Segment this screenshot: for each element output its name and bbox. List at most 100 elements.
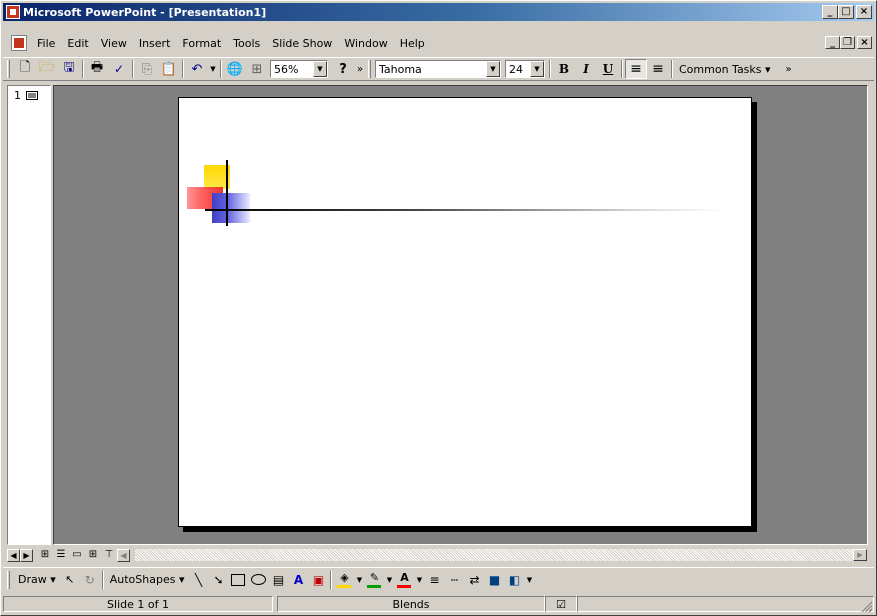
powerpoint-app-icon[interactable]: [6, 5, 20, 19]
underline-button[interactable]: U: [597, 59, 619, 79]
fill-color-swatch: [337, 585, 352, 588]
common-tasks-menu[interactable]: Common Tasks ▾: [679, 63, 771, 76]
spelling-icon[interactable]: ✓: [108, 59, 130, 79]
fill-color-icon[interactable]: ◈: [334, 570, 354, 590]
menu-view[interactable]: View: [95, 37, 133, 50]
font-color-icon[interactable]: A: [394, 570, 414, 590]
scroll-right-end-icon[interactable]: ▶: [853, 549, 867, 561]
slide-thumbnail-icon[interactable]: [26, 91, 38, 100]
toolbar-overflow-icon[interactable]: »: [354, 64, 364, 75]
line-color-dropdown-icon[interactable]: ▼: [384, 570, 394, 590]
separator: [330, 570, 333, 589]
free-rotate-icon[interactable]: ↻: [80, 570, 100, 590]
slide-view-icon[interactable]: ▭: [69, 548, 85, 562]
scroll-left-small-icon[interactable]: ◀: [117, 548, 130, 562]
toolbar-grip-2[interactable]: [368, 60, 371, 78]
toolbar-grip[interactable]: [7, 60, 10, 78]
save-icon[interactable]: 🖫: [58, 59, 80, 79]
doc-close-button[interactable]: ×: [857, 36, 872, 49]
open-icon[interactable]: 🗁: [36, 59, 58, 79]
font-name-dropdown-icon[interactable]: ▼: [486, 61, 500, 77]
3d-icon[interactable]: ◧: [504, 570, 524, 590]
title-bar[interactable]: Microsoft PowerPoint - [Presentation1] _…: [3, 3, 874, 21]
copy-icon[interactable]: ⎘: [136, 59, 158, 79]
document-icon[interactable]: [11, 35, 27, 51]
menu-tools[interactable]: Tools: [227, 37, 266, 50]
font-color-dropdown-icon[interactable]: ▼: [414, 570, 424, 590]
maximize-button[interactable]: □: [838, 5, 854, 19]
dash-style-icon[interactable]: ┅: [444, 570, 464, 590]
autoshapes-menu[interactable]: AutoShapes ▾: [106, 573, 189, 586]
hyperlink-icon[interactable]: 🌐: [224, 59, 246, 79]
normal-view-icon[interactable]: ⊞: [37, 548, 53, 562]
separator: [549, 60, 551, 78]
help-icon[interactable]: ?: [332, 59, 354, 79]
scroll-left-icon[interactable]: ◀: [7, 548, 20, 562]
outline-view-icon[interactable]: ☰: [53, 548, 69, 562]
menu-format[interactable]: Format: [176, 37, 227, 50]
font-color-swatch: [397, 585, 412, 588]
horizontal-scrollbar[interactable]: ▶: [134, 548, 868, 562]
outline-pane[interactable]: 1: [7, 85, 51, 545]
zoom-value: 56%: [274, 62, 299, 76]
font-size-combo[interactable]: 24 ▼: [505, 60, 545, 78]
paste-icon[interactable]: 📋: [158, 59, 180, 79]
menu-window[interactable]: Window: [338, 37, 393, 50]
view-bar: ◀ ▶ ⊞ ☰ ▭ ⊞ ⊤ ◀ ▶: [7, 547, 868, 563]
minimize-button[interactable]: _: [822, 5, 838, 19]
tables-icon[interactable]: ⊞: [246, 59, 268, 79]
align-left-icon[interactable]: ≡: [625, 59, 647, 79]
separator: [82, 60, 84, 78]
doc-minimize-button[interactable]: _: [825, 36, 840, 49]
scroll-right-icon[interactable]: ▶: [20, 548, 33, 562]
text-box-icon[interactable]: ▤: [268, 570, 288, 590]
font-size-dropdown-icon[interactable]: ▼: [530, 61, 544, 77]
close-button[interactable]: ×: [856, 5, 872, 19]
menu-edit[interactable]: Edit: [61, 37, 94, 50]
clip-art-icon[interactable]: ▣: [308, 570, 328, 590]
slide-workspace[interactable]: [53, 85, 868, 545]
print-icon[interactable]: 🖶: [86, 59, 108, 79]
arrow-style-icon[interactable]: ⇄: [464, 570, 484, 590]
document-window-controls: _ ❐ ×: [825, 36, 872, 49]
shadow-icon[interactable]: ■: [484, 570, 504, 590]
undo-dropdown-icon[interactable]: ▼: [208, 59, 218, 79]
logo-blue-square: [212, 193, 250, 223]
line-color-swatch: [367, 585, 382, 588]
slide-show-view-icon[interactable]: ⊤: [101, 548, 117, 562]
menu-slide-show[interactable]: Slide Show: [266, 37, 338, 50]
drawbar-overflow-icon[interactable]: ▼: [524, 570, 534, 590]
new-icon[interactable]: 🗋: [14, 59, 36, 79]
menu-bar: File Edit View Insert Format Tools Slide…: [3, 33, 874, 53]
doc-restore-button[interactable]: ❐: [840, 36, 855, 49]
select-objects-icon[interactable]: ↖: [60, 570, 80, 590]
line-icon[interactable]: ╲: [188, 570, 208, 590]
fill-color-dropdown-icon[interactable]: ▼: [354, 570, 364, 590]
status-design-template: Blends: [277, 596, 545, 612]
slide-sorter-view-icon[interactable]: ⊞: [85, 548, 101, 562]
status-empty-panel: [577, 596, 874, 612]
drawbar-grip[interactable]: [7, 570, 10, 589]
oval-icon[interactable]: [248, 570, 268, 590]
rectangle-icon[interactable]: [228, 570, 248, 590]
font-name-combo[interactable]: Tahoma ▼: [375, 60, 501, 78]
zoom-combo[interactable]: 56% ▼: [270, 60, 328, 78]
arrow-icon[interactable]: ➘: [208, 570, 228, 590]
menu-file[interactable]: File: [31, 37, 61, 50]
toolbar-overflow-icon-2[interactable]: »: [783, 64, 793, 75]
spelling-status-icon[interactable]: ☑: [545, 596, 577, 612]
italic-button[interactable]: I: [575, 59, 597, 79]
center-icon[interactable]: ≡: [647, 59, 669, 79]
bold-button[interactable]: B: [553, 59, 575, 79]
menu-insert[interactable]: Insert: [133, 37, 177, 50]
slide-canvas[interactable]: [178, 97, 752, 527]
wordart-icon[interactable]: A: [288, 570, 308, 590]
menu-help[interactable]: Help: [394, 37, 431, 50]
powerpoint-window: Microsoft PowerPoint - [Presentation1] _…: [0, 0, 877, 616]
line-style-icon[interactable]: ≡: [424, 570, 444, 590]
line-color-icon[interactable]: ✎: [364, 570, 384, 590]
resize-grip-icon[interactable]: [860, 600, 872, 612]
undo-icon[interactable]: ↶: [186, 59, 208, 79]
draw-menu[interactable]: Draw ▾: [14, 573, 60, 586]
zoom-dropdown-icon[interactable]: ▼: [313, 61, 327, 77]
